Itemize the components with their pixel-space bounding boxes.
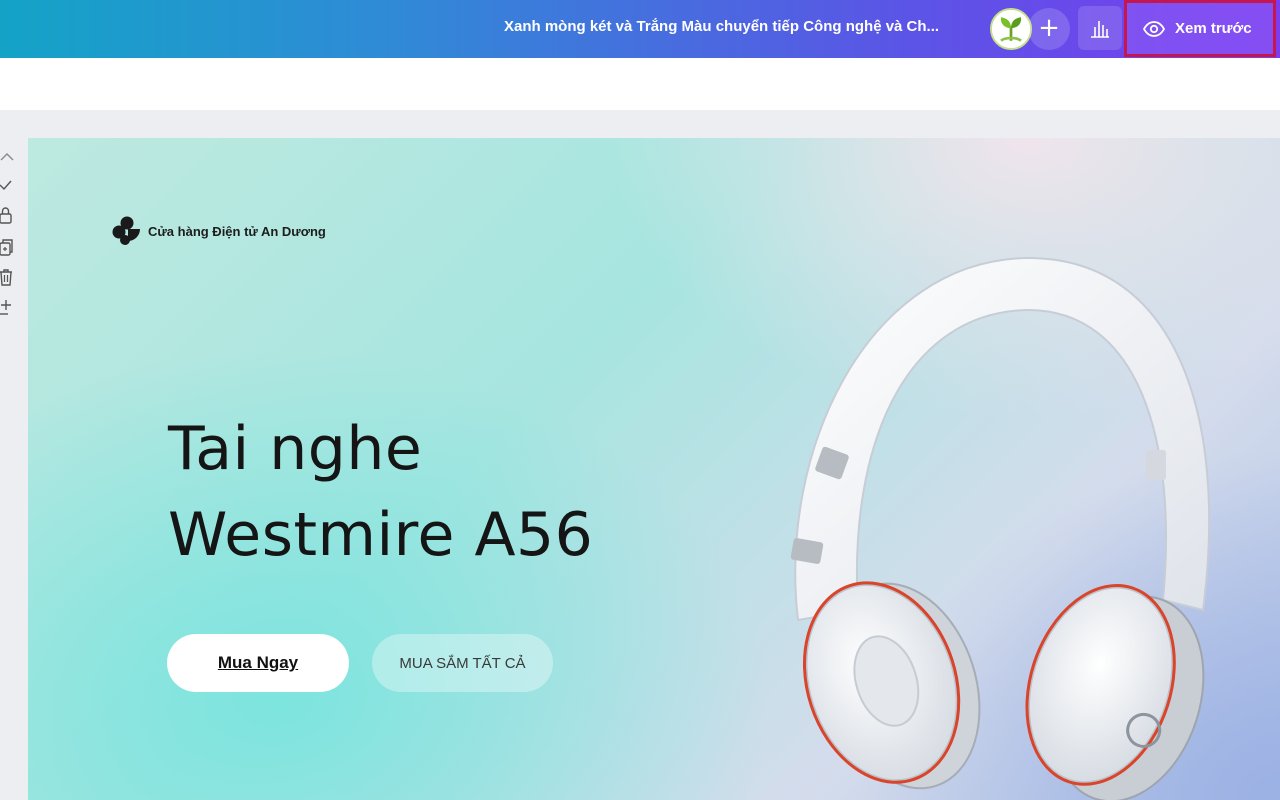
user-avatar[interactable] (990, 8, 1032, 50)
trash-icon[interactable] (0, 268, 14, 286)
headline[interactable]: Tai nghe Westmire A56 (168, 406, 593, 578)
plant-avatar-icon (992, 10, 1030, 48)
add-collaborator-button[interactable]: + (1028, 8, 1070, 50)
brand-name: Cửa hàng Điện tử An Dương (148, 223, 326, 239)
headline-line-2: Westmire A56 (168, 500, 594, 570)
chevron-up-icon[interactable] (0, 148, 14, 166)
shop-all-button[interactable]: MUA SẮM TẤT CẢ (372, 634, 553, 692)
preview-label: Xem trước (1175, 20, 1252, 37)
preview-button[interactable]: Xem trước (1124, 0, 1276, 57)
insights-button[interactable] (1078, 6, 1122, 50)
headphones-image[interactable] (758, 250, 1238, 800)
eye-icon (1143, 20, 1165, 37)
design-canvas[interactable]: Cửa hàng Điện tử An Dương Tai nghe Westm… (28, 138, 1280, 800)
top-bar: Xanh mòng két và Trắng Màu chuyển tiếp C… (0, 0, 1280, 58)
check-icon[interactable] (0, 176, 14, 194)
lock-icon[interactable] (0, 206, 14, 224)
brand-logo-icon (112, 216, 140, 245)
duplicate-icon[interactable] (0, 238, 14, 256)
buy-now-button[interactable]: Mua Ngay (167, 634, 349, 692)
brand[interactable]: Cửa hàng Điện tử An Dương (112, 216, 326, 246)
headline-line-1: Tai nghe (168, 414, 423, 484)
add-page-icon[interactable] (0, 298, 14, 316)
bar-chart-icon (1091, 21, 1109, 38)
document-title[interactable]: Xanh mòng két và Trắng Màu chuyển tiếp C… (504, 18, 964, 35)
page-tools (0, 140, 20, 340)
editor-toolbar-strip (0, 58, 1280, 110)
